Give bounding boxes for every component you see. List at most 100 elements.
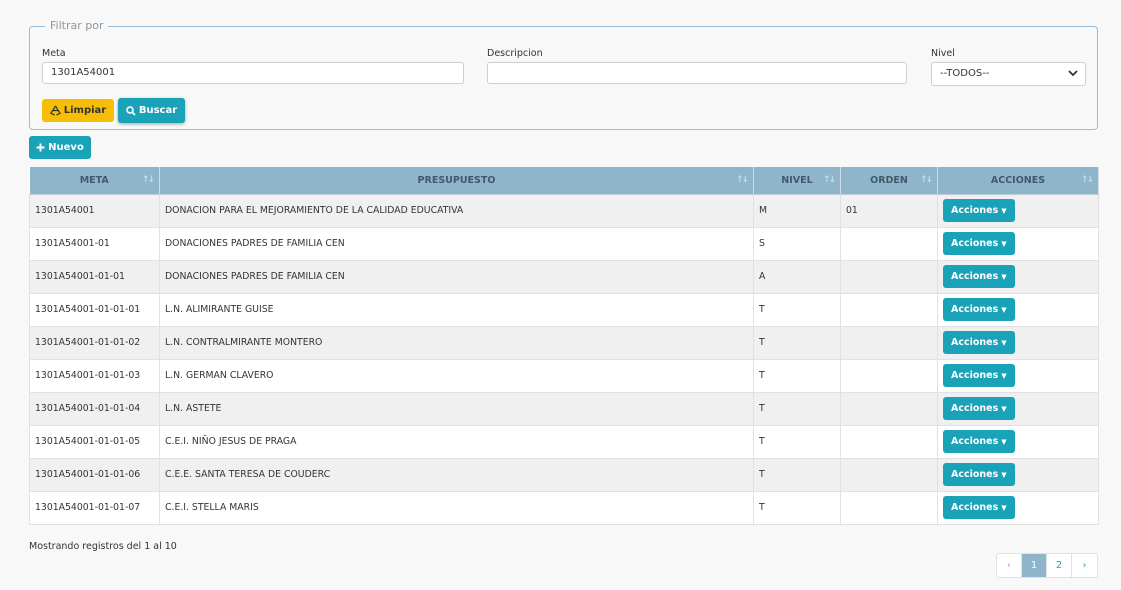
table-row: 1301A54001-01 DONACIONES PADRES DE FAMIL… (29, 227, 1099, 261)
acciones-dropdown-button[interactable]: Acciones ▼ (943, 496, 1015, 519)
cell-orden (840, 326, 938, 360)
cell-nivel: S (753, 227, 841, 261)
cell-orden (840, 425, 938, 459)
nivel-selected-value: --TODOS-- (940, 68, 990, 79)
cell-meta: 1301A54001-01-01-06 (29, 458, 160, 492)
plus-icon (36, 143, 45, 152)
limpiar-button[interactable]: Limpiar (42, 99, 114, 122)
cell-nivel: T (753, 425, 841, 459)
nuevo-label: Nuevo (48, 142, 84, 153)
pagination-page-2[interactable]: 2 (1047, 554, 1072, 577)
cell-orden (840, 260, 938, 294)
cell-nivel: T (753, 392, 841, 426)
meta-label: Meta (42, 48, 66, 59)
pagination-next-button[interactable]: › (1072, 554, 1097, 577)
cell-acciones: Acciones ▼ (937, 392, 1099, 426)
cell-presupuesto: L.N. ALIMIRANTE GUISE (159, 293, 754, 327)
cell-orden: 01 (840, 194, 938, 228)
acciones-dropdown-button[interactable]: Acciones ▼ (943, 364, 1015, 387)
caret-down-icon: ▼ (1001, 437, 1007, 446)
sort-icon: ↑↓ (1080, 175, 1094, 185)
meta-input[interactable]: 1301A54001 (42, 62, 464, 84)
cell-acciones: Acciones ▼ (937, 293, 1099, 327)
table-row: 1301A54001 DONACION PARA EL MEJORAMIENTO… (29, 194, 1099, 228)
caret-down-icon: ▼ (1001, 404, 1007, 413)
table-row: 1301A54001-01-01-07 C.E.I. STELLA MARIS … (29, 491, 1099, 525)
cell-meta: 1301A54001-01-01-05 (29, 425, 160, 459)
acciones-dropdown-button[interactable]: Acciones ▼ (943, 199, 1015, 222)
table-row: 1301A54001-01-01-06 C.E.E. SANTA TERESA … (29, 458, 1099, 492)
records-info: Mostrando registros del 1 al 10 (29, 541, 177, 552)
cell-orden (840, 359, 938, 393)
sort-icon: ↑↓ (735, 175, 749, 185)
cell-nivel: T (753, 458, 841, 492)
table-row: 1301A54001-01-01 DONACIONES PADRES DE FA… (29, 260, 1099, 294)
column-header-nivel[interactable]: NIVEL ↑↓ (753, 167, 841, 195)
acciones-dropdown-button[interactable]: Acciones ▼ (943, 463, 1015, 486)
cell-acciones: Acciones ▼ (937, 359, 1099, 393)
cell-nivel: T (753, 491, 841, 525)
sort-icon: ↑↓ (822, 175, 836, 185)
table-header-row: META ↑↓ PRESUPUESTO ↑↓ NIVEL ↑↓ ORDEN ↑↓ ACC… (29, 167, 1099, 195)
cell-acciones: Acciones ▼ (937, 227, 1099, 261)
cell-presupuesto: DONACION PARA EL MEJORAMIENTO DE LA CALI… (159, 194, 754, 228)
cell-nivel: M (753, 194, 841, 228)
table-row: 1301A54001-01-01-01 L.N. ALIMIRANTE GUIS… (29, 293, 1099, 327)
cell-orden (840, 227, 938, 261)
cell-meta: 1301A54001-01-01-07 (29, 491, 160, 525)
descripcion-label: Descripcion (487, 48, 543, 59)
cell-meta: 1301A54001-01-01-01 (29, 293, 160, 327)
filter-legend: Filtrar por (45, 19, 109, 32)
nivel-label: Nivel (931, 48, 955, 59)
acciones-dropdown-button[interactable]: Acciones ▼ (943, 265, 1015, 288)
column-header-presupuesto[interactable]: PRESUPUESTO ↑↓ (159, 167, 754, 195)
caret-down-icon: ▼ (1001, 239, 1007, 248)
cell-nivel: A (753, 260, 841, 294)
nuevo-button[interactable]: Nuevo (29, 136, 91, 159)
caret-down-icon: ▼ (1001, 206, 1007, 215)
cell-meta: 1301A54001 (29, 194, 160, 228)
cell-nivel: T (753, 359, 841, 393)
acciones-dropdown-button[interactable]: Acciones ▼ (943, 430, 1015, 453)
cell-acciones: Acciones ▼ (937, 491, 1099, 525)
cell-meta: 1301A54001-01-01-03 (29, 359, 160, 393)
acciones-dropdown-button[interactable]: Acciones ▼ (943, 298, 1015, 321)
caret-down-icon: ▼ (1001, 305, 1007, 314)
cell-acciones: Acciones ▼ (937, 458, 1099, 492)
table-row: 1301A54001-01-01-05 C.E.I. NIÑO JESUS DE… (29, 425, 1099, 459)
table-row: 1301A54001-01-01-04 L.N. ASTETE T Accion… (29, 392, 1099, 426)
acciones-dropdown-button[interactable]: Acciones ▼ (943, 331, 1015, 354)
pagination-prev-button[interactable]: ‹ (997, 554, 1022, 577)
cell-orden (840, 491, 938, 525)
buscar-button[interactable]: Buscar (118, 98, 185, 123)
cell-presupuesto: L.N. CONTRALMIRANTE MONTERO (159, 326, 754, 360)
recycle-icon (49, 105, 61, 116)
cell-meta: 1301A54001-01-01 (29, 260, 160, 294)
search-icon (126, 105, 136, 116)
acciones-dropdown-button[interactable]: Acciones ▼ (943, 232, 1015, 255)
column-header-acciones[interactable]: ACCIONES ↑↓ (937, 167, 1099, 195)
pagination: ‹ 1 2 › (996, 553, 1098, 578)
nivel-select[interactable]: --TODOS-- (931, 62, 1086, 86)
cell-presupuesto: L.N. ASTETE (159, 392, 754, 426)
buscar-label: Buscar (138, 105, 178, 116)
cell-presupuesto: C.E.I. NIÑO JESUS DE PRAGA (159, 425, 754, 459)
column-header-orden[interactable]: ORDEN ↑↓ (840, 167, 938, 195)
descripcion-input[interactable] (487, 62, 907, 84)
acciones-dropdown-button[interactable]: Acciones ▼ (943, 397, 1015, 420)
chevron-down-icon (1068, 70, 1078, 77)
limpiar-label: Limpiar (63, 105, 107, 116)
cell-orden (840, 293, 938, 327)
cell-acciones: Acciones ▼ (937, 425, 1099, 459)
cell-meta: 1301A54001-01-01-04 (29, 392, 160, 426)
cell-acciones: Acciones ▼ (937, 194, 1099, 228)
column-header-meta[interactable]: META ↑↓ (29, 167, 160, 195)
caret-down-icon: ▼ (1001, 503, 1007, 512)
cell-acciones: Acciones ▼ (937, 260, 1099, 294)
sort-icon: ↑↓ (919, 175, 933, 185)
cell-orden (840, 392, 938, 426)
pagination-page-1[interactable]: 1 (1022, 554, 1047, 577)
cell-presupuesto: C.E.E. SANTA TERESA DE COUDERC (159, 458, 754, 492)
table-row: 1301A54001-01-01-02 L.N. CONTRALMIRANTE … (29, 326, 1099, 360)
cell-orden (840, 458, 938, 492)
